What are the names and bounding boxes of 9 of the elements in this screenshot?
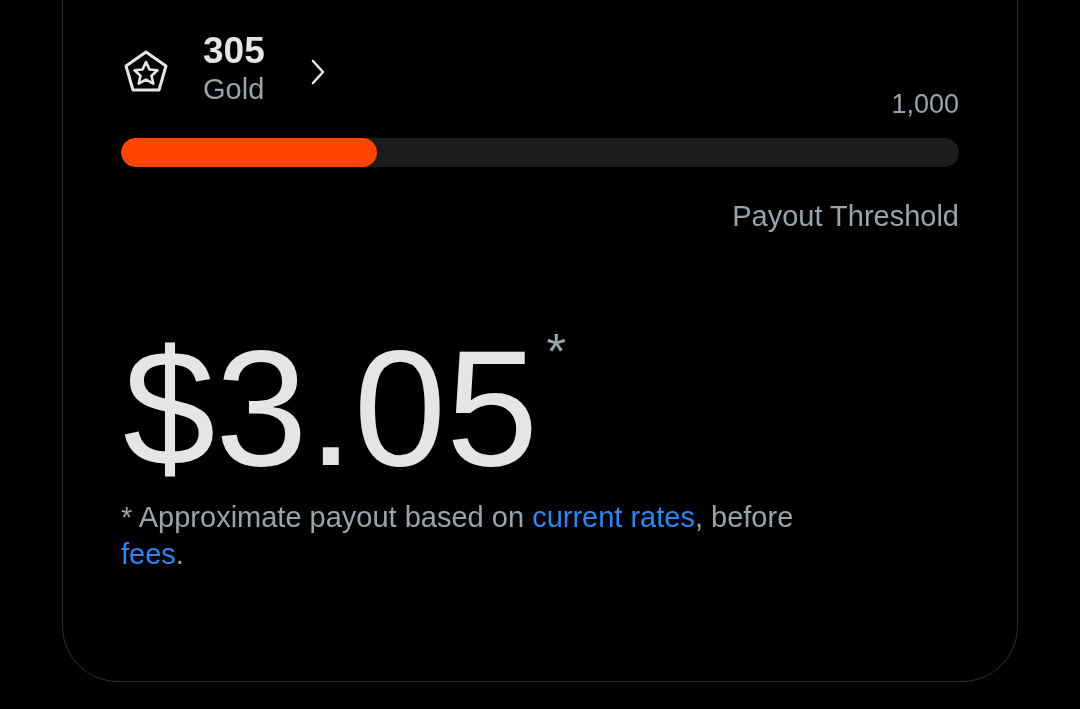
payout-amount: $3.05 bbox=[123, 333, 539, 483]
threshold-label: Payout Threshold bbox=[732, 199, 959, 233]
points-value: 305 bbox=[203, 30, 265, 72]
tier-name: Gold bbox=[203, 72, 265, 106]
footnote-mark: * bbox=[546, 327, 566, 377]
payout-footnote: * Approximate payout based on current rates, before fees. bbox=[121, 500, 795, 572]
footnote-link[interactable]: fees bbox=[121, 538, 176, 570]
threshold-max: 1,000 bbox=[891, 88, 959, 120]
footnote-link[interactable]: current rates bbox=[532, 501, 695, 533]
